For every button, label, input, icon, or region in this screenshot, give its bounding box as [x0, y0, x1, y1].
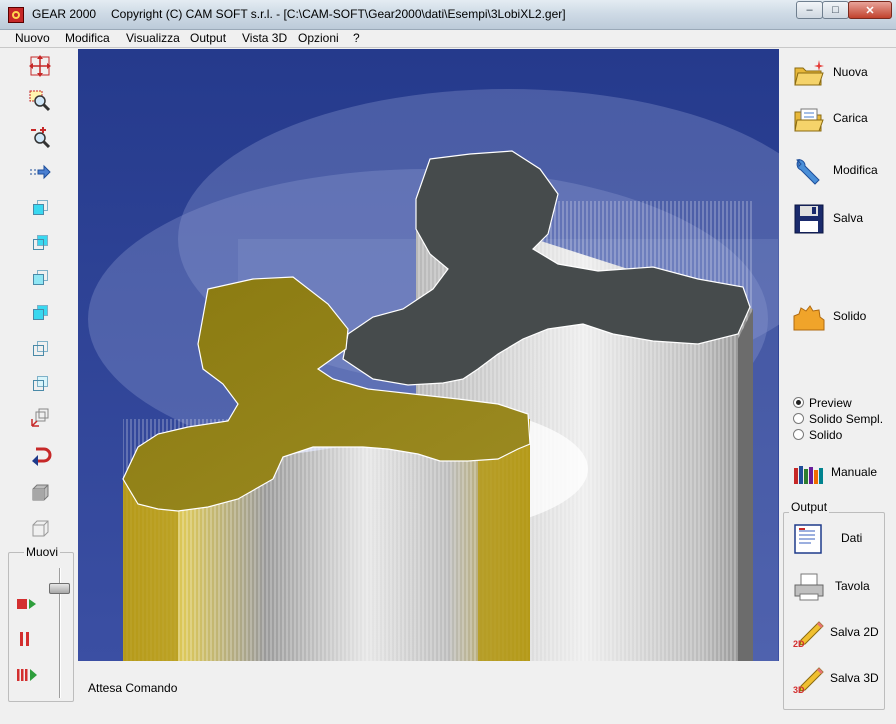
3d-viewport[interactable] [78, 49, 779, 661]
dati-label: Dati [841, 531, 863, 545]
axes-icon [31, 408, 49, 427]
app-icon[interactable] [8, 7, 24, 23]
menu-vista-3d[interactable]: Vista 3D [242, 31, 287, 45]
status-text: Attesa Comando [88, 681, 178, 695]
muovi-label: Muovi [24, 545, 61, 559]
solid-view-button[interactable] [26, 478, 54, 506]
tavola-button[interactable]: Tavola [793, 568, 893, 604]
main-frame: Muovi Attesa Comando Nuova Carica Modifi… [0, 48, 896, 724]
salva-2d-label: Salva 2D [830, 625, 879, 639]
solido-button[interactable]: Solido [793, 298, 893, 334]
minimize-icon: – [806, 4, 813, 16]
badge-3d: 3D [793, 685, 805, 694]
new-folder-icon [794, 60, 824, 86]
view-iso-button[interactable] [26, 298, 54, 326]
radio-solido-sempl-label: Solido Sempl. [809, 412, 884, 426]
manuale-label: Manuale [831, 465, 878, 479]
view-top-button[interactable] [26, 228, 54, 256]
open-folder-icon [794, 108, 824, 132]
play-icon [17, 599, 36, 609]
badge-2d: 2D [793, 639, 805, 648]
solid-gear-icon [793, 305, 825, 331]
view-wire-button[interactable] [26, 334, 54, 362]
undo-view-button[interactable] [26, 441, 54, 469]
title-bar: GEAR 2000 Copyright (C) CAM SOFT s.r.l. … [0, 0, 896, 30]
zoom-in-out-icon [31, 127, 51, 148]
radio-preview-label: Preview [809, 396, 852, 410]
manuale-button[interactable]: Manuale [793, 454, 893, 490]
maximize-button[interactable]: □ [822, 1, 849, 19]
radio-preview-dot[interactable] [793, 397, 804, 408]
nuova-label: Nuova [833, 65, 868, 79]
menu-nuovo[interactable]: Nuovo [15, 31, 50, 45]
solid-cube-icon [32, 484, 49, 501]
wire-cube-icon [32, 520, 49, 537]
radio-solido-dot[interactable] [793, 429, 804, 440]
app-name: GEAR 2000 [32, 7, 97, 21]
step-icon [17, 669, 37, 681]
modifica-label: Modifica [833, 163, 878, 177]
close-icon: ✕ [865, 4, 875, 17]
cube-wire-alt-icon [32, 375, 48, 391]
modifica-button[interactable]: Modifica [793, 152, 893, 188]
save-floppy-icon [794, 204, 824, 234]
salva-3d-label: Salva 3D [830, 671, 879, 685]
move-button[interactable] [26, 158, 54, 186]
output-label: Output [789, 500, 830, 514]
maximize-icon: □ [832, 4, 839, 16]
view-front-button[interactable] [26, 193, 54, 221]
zoom-window-button[interactable] [26, 87, 54, 115]
menu-visualizza[interactable]: Visualizza [126, 31, 180, 45]
printer-icon [794, 573, 824, 601]
cube-front-icon [32, 199, 48, 215]
undo-view-icon [32, 447, 52, 466]
zoom-in-out-button[interactable] [26, 122, 54, 150]
pause-icon [20, 632, 29, 646]
move-arrow-icon [30, 164, 51, 180]
step-button[interactable] [13, 661, 41, 689]
data-document-icon [794, 524, 822, 554]
menu-bar: Nuovo Modifica Visualizza Output Vista 3… [0, 30, 896, 48]
radio-solido-sempl-dot[interactable] [793, 413, 804, 424]
axes-button[interactable] [26, 404, 54, 432]
menu-modifica[interactable]: Modifica [65, 31, 110, 45]
close-button[interactable]: ✕ [848, 1, 892, 19]
nuova-button[interactable]: Nuova [793, 54, 893, 90]
radio-solido-label: Solido [809, 428, 843, 442]
menu-output[interactable]: Output [190, 31, 226, 45]
dati-button[interactable]: Dati [793, 520, 893, 556]
view-wire-alt-button[interactable] [26, 369, 54, 397]
pencil-3d-icon: 3D [793, 667, 824, 694]
cube-wire-icon [32, 340, 48, 356]
solido-label: Solido [833, 309, 867, 323]
wrench-icon [796, 158, 820, 185]
pencil-2d-icon: 2D [793, 621, 824, 648]
pan-button[interactable] [26, 52, 54, 80]
books-icon [794, 466, 823, 484]
menu-help[interactable]: ? [353, 31, 360, 45]
move-slider-thumb[interactable] [49, 583, 70, 594]
minimize-button[interactable]: – [796, 1, 823, 19]
salva-button[interactable]: Salva [793, 200, 893, 236]
cube-top-icon [32, 234, 48, 250]
wire-view-button[interactable] [26, 514, 54, 542]
view-side-button[interactable] [26, 263, 54, 291]
cube-side-icon [32, 269, 48, 285]
cube-iso-icon [32, 304, 48, 320]
salva-label: Salva [833, 211, 864, 225]
salva-3d-button[interactable]: 3D Salva 3D [793, 660, 893, 696]
carica-label: Carica [833, 111, 868, 125]
salva-2d-button[interactable]: 2D Salva 2D [793, 614, 893, 650]
tavola-label: Tavola [835, 579, 870, 593]
menu-opzioni[interactable]: Opzioni [298, 31, 339, 45]
zoom-window-icon [29, 90, 51, 112]
pause-button[interactable] [13, 625, 41, 653]
carica-button[interactable]: Carica [793, 100, 893, 136]
gear-3d-render [78, 49, 779, 661]
status-bar: Attesa Comando [78, 662, 779, 710]
pan-icon [29, 55, 51, 77]
window-title: Copyright (C) CAM SOFT s.r.l. - [C:\CAM-… [111, 7, 566, 21]
play-button[interactable] [13, 590, 41, 618]
